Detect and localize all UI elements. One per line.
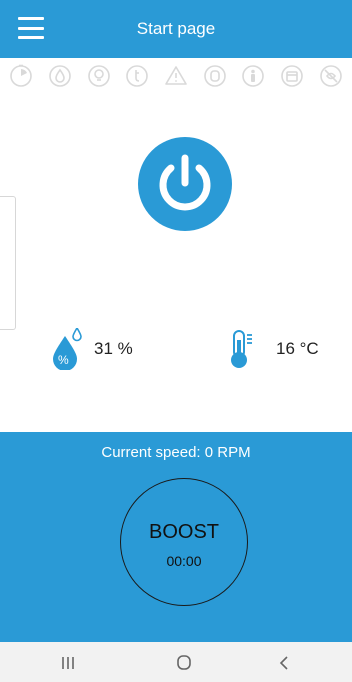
back-icon[interactable] [264, 652, 304, 674]
fan-off-icon [319, 65, 342, 87]
calendar-icon [281, 65, 303, 87]
person-icon [242, 65, 265, 87]
boost-button[interactable]: BOOST 00:00 [120, 478, 248, 606]
svg-text:%: % [58, 353, 69, 367]
current-speed-text: Current speed: 0 RPM [101, 444, 251, 461]
bulb-icon [87, 65, 110, 87]
recents-icon[interactable] [48, 652, 88, 674]
page-title: Start page [136, 19, 216, 38]
system-navigation-bar [0, 642, 352, 682]
temperature-icon [126, 65, 149, 87]
power-icon [159, 154, 211, 211]
thermometer-icon [231, 330, 252, 368]
timer-icon [10, 64, 33, 87]
water-drop-icon [49, 65, 71, 87]
humidity-value: 31 % [94, 339, 133, 358]
boost-label: BOOST [148, 521, 219, 543]
status-icon-row [0, 62, 352, 90]
filter-icon [203, 65, 226, 87]
power-button[interactable] [138, 137, 232, 231]
temperature-reading: 16 °C [226, 328, 319, 370]
top-app-bar: Start page [0, 0, 352, 58]
temperature-value: 16 °C [276, 339, 319, 358]
warning-icon [165, 66, 187, 85]
boost-timer: 00:00 [166, 553, 202, 569]
speed-panel: Current speed: 0 RPM BOOST 00:00 [0, 432, 352, 642]
humidity-reading: % 31 % [50, 328, 133, 370]
humidity-icon: % [53, 328, 82, 370]
side-drawer-handle[interactable] [0, 196, 16, 330]
home-icon[interactable] [164, 652, 204, 674]
